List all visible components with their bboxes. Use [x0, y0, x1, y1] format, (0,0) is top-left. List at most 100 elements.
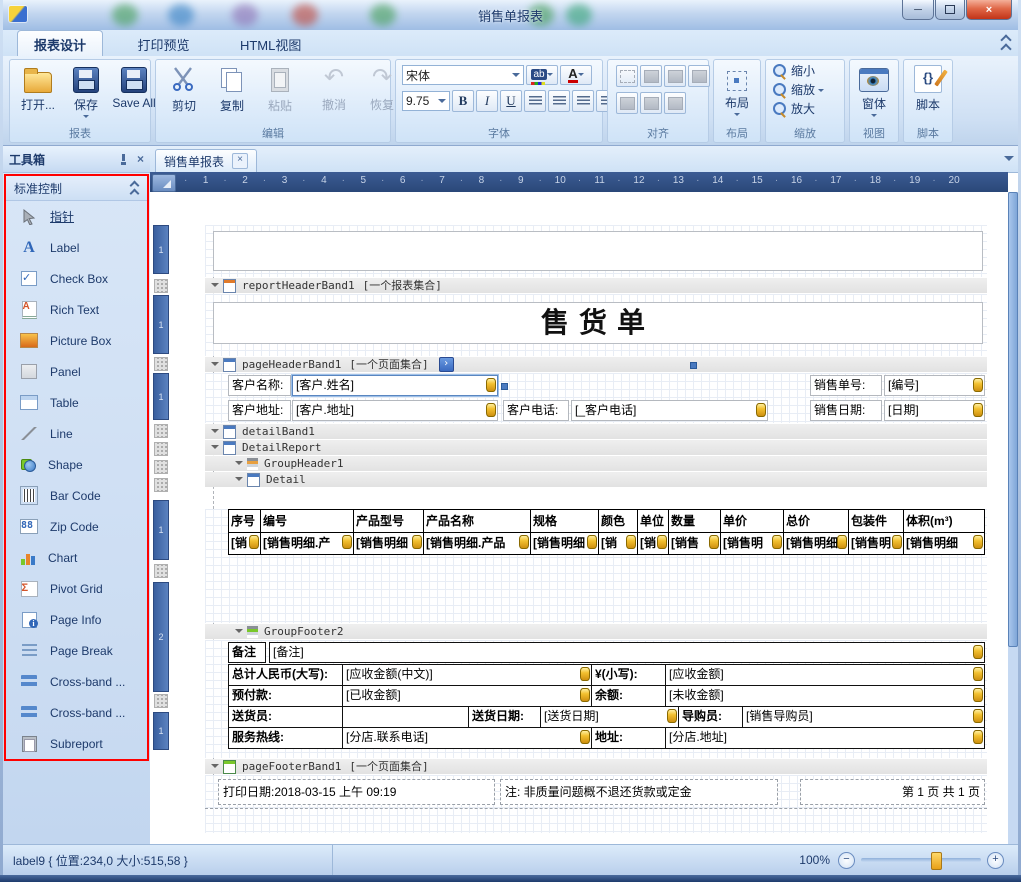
tab-report-design[interactable]: 报表设计 — [17, 30, 103, 59]
toolbox-item-subreport[interactable]: Subreport — [6, 728, 147, 759]
toolbox-item-crossband-box[interactable]: Cross-band ... — [6, 697, 147, 728]
col-header[interactable]: 序号 — [229, 510, 261, 532]
zoom-slider[interactable] — [861, 858, 981, 862]
band-grip[interactable] — [154, 357, 168, 371]
align-tops-button[interactable] — [616, 92, 638, 114]
col-header[interactable]: 编号 — [261, 510, 354, 532]
font-color-button[interactable]: BA — [560, 65, 592, 85]
customer-name-field[interactable]: [客户.姓名] — [292, 375, 498, 396]
band-detail-inner[interactable]: Detail — [205, 472, 987, 487]
align-right-button[interactable] — [572, 90, 594, 112]
paste-button[interactable]: 粘贴 — [256, 63, 304, 116]
band-grip[interactable] — [154, 694, 168, 708]
page-number-label[interactable]: 第 1 页 共 1 页 — [800, 779, 985, 805]
data-cell[interactable]: [销 — [638, 533, 669, 554]
zoom-out-button[interactable]: 缩小 — [770, 61, 818, 80]
col-header[interactable]: 颜色 — [599, 510, 638, 532]
data-cell[interactable]: [销 — [229, 533, 261, 554]
document-tab-close-icon[interactable]: × — [232, 153, 248, 169]
collapse-triangle-icon[interactable] — [211, 362, 219, 370]
remark-field[interactable]: [备注] — [269, 642, 985, 663]
data-cell[interactable]: [销售明细.产 — [261, 533, 354, 554]
data-cell[interactable]: [销 — [599, 533, 638, 554]
hotline-label[interactable]: 服务热线: — [228, 727, 343, 749]
align-middles-button[interactable] — [640, 92, 662, 114]
col-header[interactable]: 总价 — [784, 510, 849, 532]
open-button[interactable]: 打开... — [14, 63, 62, 115]
close-button[interactable]: × — [966, 0, 1012, 20]
band-grip[interactable] — [154, 442, 168, 456]
zoom-in-icon[interactable]: + — [987, 852, 1004, 869]
save-button[interactable]: 保存 — [62, 63, 110, 123]
collapse-triangle-icon[interactable] — [211, 764, 219, 772]
collapse-triangle-icon[interactable] — [235, 461, 243, 469]
toolbox-close-icon[interactable]: × — [137, 152, 144, 166]
data-cell[interactable]: [销售 — [669, 533, 721, 554]
form-view-button[interactable]: 窗体 — [850, 63, 898, 122]
band-detail[interactable]: detailBand1 — [205, 424, 987, 439]
zoom-out-icon[interactable]: − — [838, 852, 855, 869]
guide-label[interactable]: 导购员: — [678, 706, 743, 728]
col-header[interactable]: 单价 — [721, 510, 784, 532]
band-grip[interactable] — [154, 564, 168, 578]
tab-list-dropdown-icon[interactable] — [1004, 156, 1014, 166]
zoom-in-button[interactable]: 放大 — [770, 99, 818, 118]
prepaid-label[interactable]: 预付款: — [228, 685, 343, 707]
band-grip[interactable] — [154, 279, 168, 293]
col-header[interactable]: 产品名称 — [424, 510, 531, 532]
customer-name-label[interactable]: 客户名称: — [228, 375, 291, 396]
tab-print-preview[interactable]: 打印预览 — [121, 31, 205, 59]
data-cell[interactable]: [销售明细.产品 — [424, 533, 531, 554]
font-size-combo[interactable]: 9.75 — [402, 91, 450, 111]
toolbox-item-richtext[interactable]: ARich Text — [6, 294, 147, 325]
copy-button[interactable]: 复制 — [208, 63, 256, 116]
col-header[interactable]: 单位 — [638, 510, 669, 532]
band-page-header[interactable]: pageHeaderBand1 [一个页面集合] › — [205, 357, 987, 372]
remark-label[interactable]: 备注 — [228, 642, 266, 663]
scrollbar-thumb[interactable] — [1008, 192, 1018, 647]
toolbox-item-picturebox[interactable]: Picture Box — [6, 325, 147, 356]
selection-handle[interactable] — [501, 383, 508, 390]
band-detail-report[interactable]: DetailReport — [205, 440, 987, 455]
shop-address-field[interactable]: [分店.地址] — [665, 727, 985, 749]
toolbox-item-chart[interactable]: Chart — [6, 542, 147, 573]
data-cell[interactable]: [销售明细 — [784, 533, 849, 554]
toolbox-item-pointer[interactable]: 指针 — [6, 201, 147, 232]
order-no-label[interactable]: 销售单号: — [810, 375, 882, 396]
zoom-slider-thumb[interactable] — [931, 852, 942, 870]
zoom-combo-button[interactable]: 缩放 — [770, 80, 827, 99]
note-label[interactable]: 注: 非质量问题概不退还货款或定金 — [500, 779, 778, 805]
toolbox-item-panel[interactable]: Panel — [6, 356, 147, 387]
smart-tag-button[interactable]: › — [439, 357, 454, 372]
toolbox-item-shape[interactable]: Shape — [6, 449, 147, 480]
data-cell[interactable]: [销售明 — [721, 533, 784, 554]
toolbox-item-crossband-line[interactable]: Cross-band ... — [6, 666, 147, 697]
balance-label[interactable]: 余额: — [591, 685, 666, 707]
col-header[interactable]: 包装件 — [849, 510, 904, 532]
align-left-button[interactable] — [524, 90, 546, 112]
highlight-color-button[interactable]: ab — [526, 65, 558, 85]
toolbox-item-pageinfo[interactable]: Page Info — [6, 604, 147, 635]
band-grip[interactable] — [154, 460, 168, 474]
hotline-field[interactable]: [分店.联系电话] — [342, 727, 592, 749]
deliverer-field[interactable] — [342, 706, 469, 728]
snap-grid-button[interactable] — [616, 65, 638, 87]
band-report-header[interactable]: reportHeaderBand1 [一个报表集合] — [205, 278, 987, 293]
collapse-triangle-icon[interactable] — [211, 283, 219, 291]
customer-phone-field[interactable]: [_客户电话] — [571, 400, 768, 421]
maximize-button[interactable] — [935, 0, 965, 20]
delivery-date-field[interactable]: [送货日期] — [540, 706, 679, 728]
selection-handle[interactable] — [690, 362, 697, 369]
collapse-triangle-icon[interactable] — [211, 429, 219, 437]
print-date-label[interactable]: 打印日期:2018-03-15 上午 09:19 — [218, 779, 495, 805]
col-header[interactable]: 规格 — [531, 510, 599, 532]
align-rights-button[interactable] — [688, 65, 710, 87]
col-header[interactable]: 数量 — [669, 510, 721, 532]
total-cn-field[interactable]: [应收金额(中文)] — [342, 664, 592, 686]
pin-icon[interactable] — [117, 153, 129, 165]
band-grip[interactable] — [154, 478, 168, 492]
vertical-scrollbar[interactable] — [1008, 192, 1018, 845]
data-cell[interactable]: [销售明细 — [904, 533, 984, 554]
sale-date-field[interactable]: [日期] — [884, 400, 985, 421]
balance-field[interactable]: [未收金额] — [665, 685, 985, 707]
